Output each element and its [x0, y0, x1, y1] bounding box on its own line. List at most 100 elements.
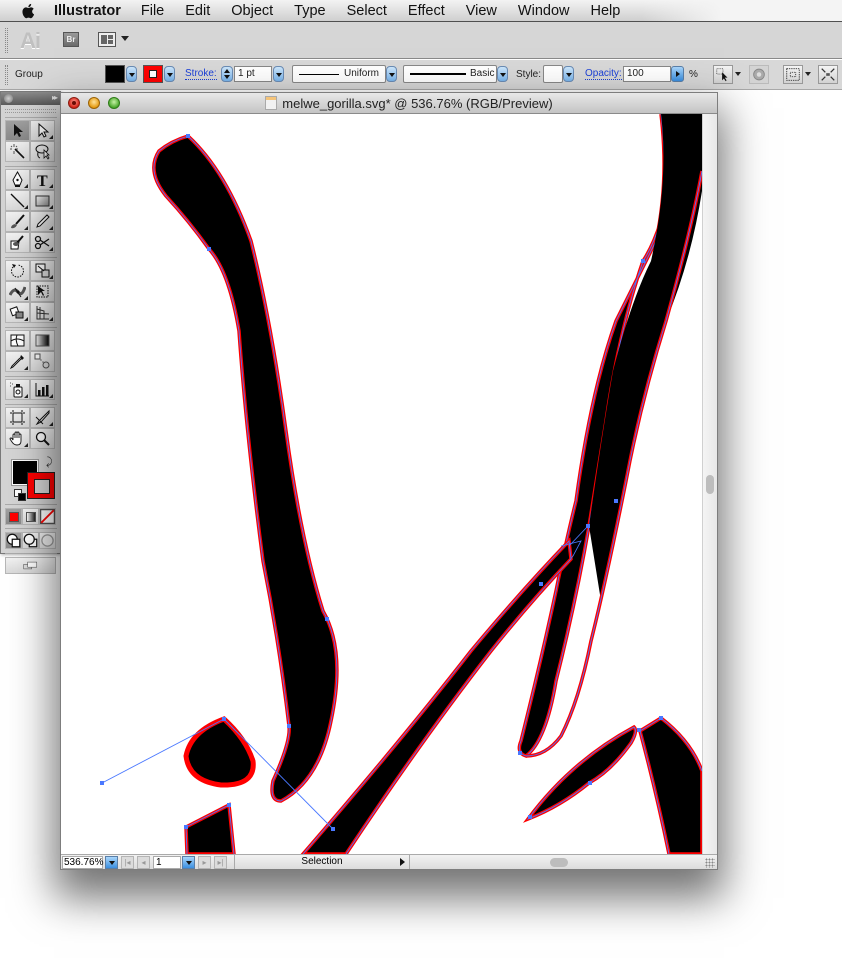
path-bottom-right-shape[interactable] [637, 715, 702, 854]
stroke-color-box[interactable] [27, 472, 55, 499]
menu-window[interactable]: Window [518, 3, 570, 19]
fill-dropdown[interactable] [126, 66, 137, 82]
vertical-scrollbar[interactable] [702, 114, 717, 854]
selection-tool[interactable] [5, 120, 30, 141]
artboard-dropdown[interactable] [182, 856, 195, 869]
change-screen-mode-button[interactable] [5, 557, 56, 574]
tools-panel-header[interactable]: ▸▸ [1, 92, 60, 105]
blend-tool[interactable] [30, 351, 55, 372]
zoom-tool[interactable] [30, 428, 55, 449]
path-teardrop[interactable] [183, 716, 256, 788]
menu-select[interactable]: Select [347, 3, 387, 19]
hand-tool[interactable] [5, 428, 30, 449]
anchor-point[interactable] [100, 781, 104, 785]
anchor-point[interactable] [586, 524, 590, 528]
rotate-tool[interactable] [5, 260, 30, 281]
opacity-panel-link[interactable]: Opacity: [585, 68, 622, 80]
anchor-point[interactable] [614, 499, 618, 503]
zoom-level-field[interactable]: 536.76% [62, 856, 103, 869]
pen-tool[interactable] [5, 169, 30, 190]
menu-help[interactable]: Help [590, 3, 620, 19]
appbar-grip[interactable] [5, 28, 8, 53]
stroke-weight-dropdown[interactable] [273, 66, 284, 82]
scale-tool[interactable] [30, 260, 55, 281]
stroke-swatch[interactable] [143, 65, 163, 83]
free-transform-tool[interactable] [30, 281, 55, 302]
menu-type[interactable]: Type [294, 3, 325, 19]
type-tool[interactable]: T [30, 169, 55, 190]
anchor-point[interactable] [184, 825, 188, 829]
artwork[interactable] [61, 114, 702, 854]
last-artboard-button[interactable]: ▸| [214, 856, 227, 869]
opacity-slider-button[interactable] [671, 66, 684, 82]
anchor-point[interactable] [287, 724, 291, 728]
none-mode-button[interactable] [39, 508, 56, 525]
current-tool-status[interactable]: Selection [234, 855, 410, 869]
menu-app-illustrator[interactable]: Illustrator [54, 3, 121, 19]
anchor-point[interactable] [331, 827, 335, 831]
artboard-tool[interactable] [5, 407, 30, 428]
graphic-style-dropdown[interactable] [563, 66, 574, 82]
line-segment-tool[interactable] [5, 190, 30, 211]
default-fill-stroke-icon[interactable] [14, 489, 26, 501]
shape-builder-tool[interactable] [5, 302, 30, 323]
menu-file[interactable]: File [141, 3, 164, 19]
first-artboard-button[interactable]: |◂ [121, 856, 134, 869]
anchor-point[interactable] [588, 781, 592, 785]
isolate-group-button[interactable] [783, 65, 803, 84]
artwork-group[interactable] [100, 114, 702, 854]
brush-dropdown[interactable] [497, 66, 508, 82]
graphic-style-swatch[interactable] [543, 65, 563, 83]
recolor-artwork-button[interactable] [749, 65, 769, 84]
next-artboard-button[interactable]: ▸ [198, 856, 211, 869]
symbol-sprayer-tool[interactable] [5, 379, 30, 400]
mesh-tool[interactable] [5, 330, 30, 351]
blob-brush-tool[interactable] [5, 232, 30, 253]
width-tool[interactable] [5, 281, 30, 302]
horizontal-scroll-thumb[interactable] [550, 858, 568, 867]
eyedropper-tool[interactable] [5, 351, 30, 372]
stroke-weight-stepper[interactable] [221, 66, 233, 82]
perspective-grid-tool[interactable] [30, 302, 55, 323]
stroke-panel-link[interactable]: Stroke: [185, 68, 217, 80]
transform-button[interactable] [818, 65, 838, 84]
scissors-tool[interactable] [30, 232, 55, 253]
artboard-canvas[interactable] [61, 114, 702, 854]
anchor-point[interactable] [325, 617, 329, 621]
anchor-point[interactable] [207, 247, 211, 251]
stroke-weight-field[interactable]: 1 pt [234, 66, 272, 82]
previous-artboard-button[interactable]: ◂ [137, 856, 150, 869]
magic-wand-tool[interactable] [5, 141, 30, 162]
status-menu-arrow-icon[interactable] [400, 858, 405, 866]
menu-view[interactable]: View [466, 3, 497, 19]
apple-menu-icon[interactable] [20, 2, 38, 20]
anchor-point[interactable] [528, 815, 532, 819]
controlbar-grip[interactable] [5, 65, 8, 85]
path-bottom-left-fragment[interactable] [184, 802, 236, 854]
color-mode-button[interactable] [5, 508, 22, 525]
anchor-point[interactable] [186, 134, 190, 138]
fill-swatch[interactable] [105, 65, 125, 83]
menu-edit[interactable]: Edit [185, 3, 210, 19]
draw-behind-button[interactable] [22, 532, 39, 549]
draw-inside-button[interactable] [39, 532, 56, 549]
close-panel-icon[interactable] [4, 94, 13, 103]
go-to-bridge-button[interactable]: Br [63, 32, 79, 47]
gradient-mode-button[interactable] [22, 508, 39, 525]
isolate-dropdown-icon[interactable] [805, 72, 811, 76]
rectangle-tool[interactable] [30, 190, 55, 211]
variable-width-profile-select[interactable]: Uniform [292, 65, 386, 83]
select-similar-dropdown-icon[interactable] [735, 72, 741, 76]
draw-normal-button[interactable] [5, 532, 22, 549]
path-left-stroke[interactable] [152, 134, 339, 803]
opacity-field[interactable]: 100 [623, 66, 671, 82]
column-graph-tool[interactable] [30, 379, 55, 400]
artboard-number-field[interactable]: 1 [153, 856, 181, 869]
pencil-tool[interactable] [30, 211, 55, 232]
slice-tool[interactable] [30, 407, 55, 428]
document-title-bar[interactable]: melwe_gorilla.svg* @ 536.76% (RGB/Previe… [61, 93, 717, 114]
paintbrush-tool[interactable] [5, 211, 30, 232]
anchor-point[interactable] [637, 728, 641, 732]
vertical-scroll-thumb[interactable] [706, 475, 714, 494]
select-similar-objects-button[interactable] [713, 65, 733, 84]
